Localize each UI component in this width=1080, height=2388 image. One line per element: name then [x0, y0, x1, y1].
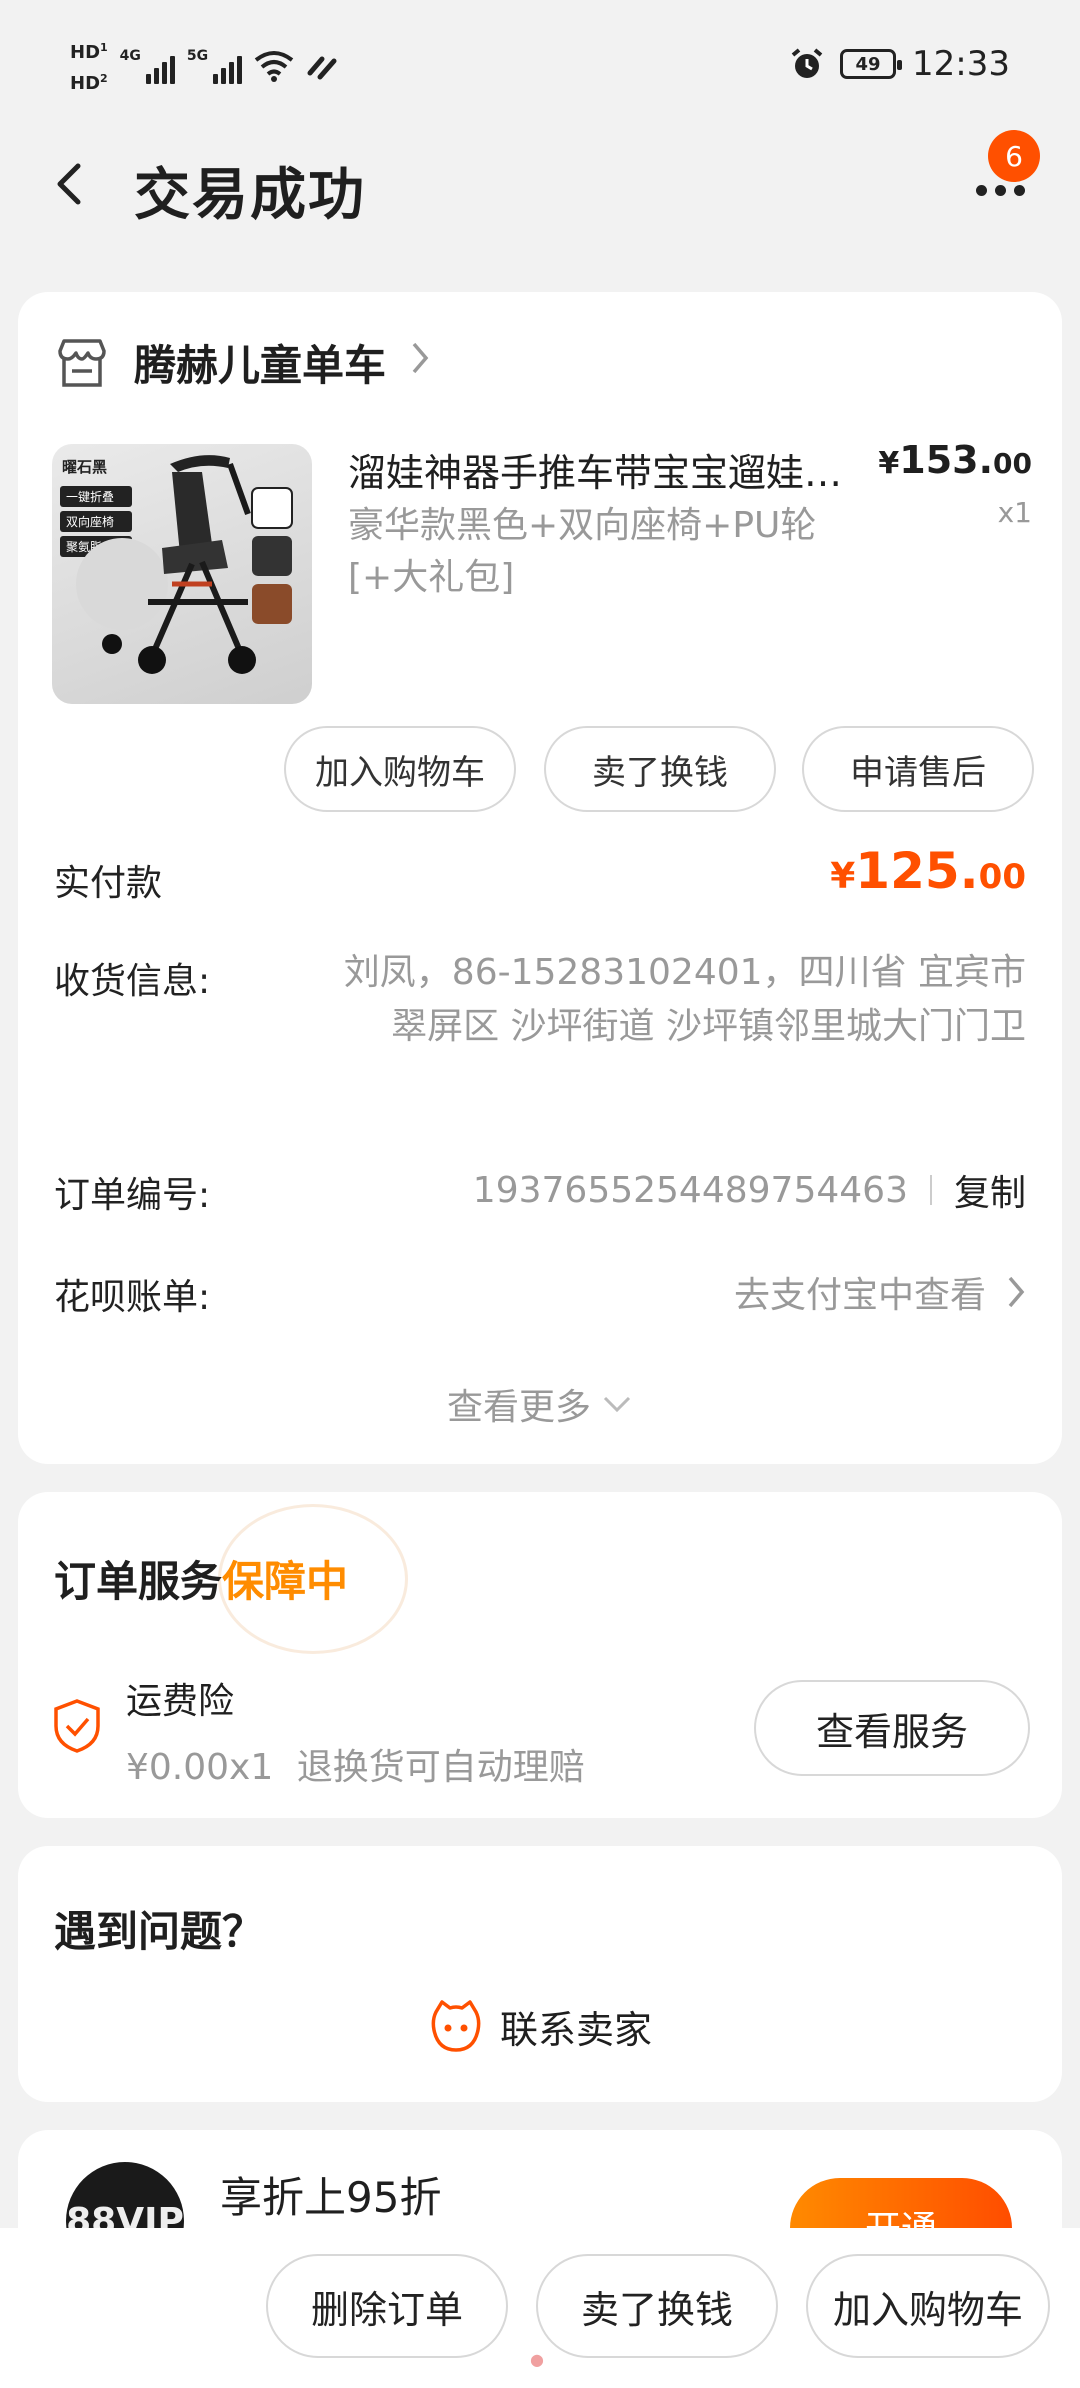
see-more-button[interactable]: 查看更多 — [18, 1378, 1062, 1430]
product-title[interactable]: 溜娃神器手推车带宝宝遛娃神器 — [348, 442, 868, 497]
shipping-address: 刘凤，86-15283102401，四川省 宜宾市 翠屏区 沙坪街道 沙坪镇邻里… — [343, 952, 1026, 1047]
more-dot — [1013, 184, 1025, 196]
signal-icon: 4G — [120, 48, 175, 84]
bottom-action-bar: 删除订单 卖了换钱 加入购物车 ● — [0, 2228, 1080, 2388]
service-item-desc: 退换货可自动理赔 — [296, 1747, 585, 1788]
paid-currency: ¥ — [830, 856, 856, 897]
contact-seller-button[interactable]: 联系卖家 — [18, 1998, 1062, 2054]
network-5g-label: 5G — [186, 48, 209, 64]
help-card: 遇到问题？ 联系卖家 — [18, 1846, 1062, 2102]
add-to-cart-button[interactable]: 加入购物车 — [284, 726, 516, 812]
copy-order-number-button[interactable]: 复制 — [954, 1164, 1026, 1216]
seller-chat-icon — [431, 2000, 481, 2052]
chevron-right-icon — [410, 340, 430, 385]
see-more-label: 查看更多 — [446, 1387, 591, 1428]
order-number-row: 1937655254489754463 复制 — [473, 1164, 1026, 1216]
message-count-badge: 6 — [988, 130, 1040, 182]
sim2-index: 2 — [100, 72, 108, 85]
more-dot — [975, 184, 987, 196]
sim1-index: 1 — [100, 41, 108, 54]
shield-check-icon — [54, 1699, 100, 1753]
order-service-card: 订单服务保障中 运费险 ¥0.00x1 退换货可自动理赔 查看服务 — [18, 1492, 1062, 1818]
status-left: HD1 HD2 4G 5G — [70, 38, 340, 94]
shop-link[interactable]: 腾赫儿童单车 — [54, 332, 430, 393]
huabei-label: 花呗账单: — [54, 1277, 211, 1318]
help-title: 遇到问题？ — [54, 1907, 265, 1956]
sim2-label: HD — [70, 73, 101, 94]
add-to-cart-button[interactable]: 加入购物车 — [806, 2254, 1050, 2358]
service-item-detail: ¥0.00x1 退换货可自动理赔 — [126, 1738, 585, 1790]
service-item-name: 运费险 — [126, 1681, 235, 1722]
more-dot — [994, 184, 1006, 196]
product-image[interactable]: 曜石黑 一键折叠 双向座椅 聚氨脂后轮 — [52, 444, 312, 704]
contact-seller-label: 联系卖家 — [499, 2007, 652, 2052]
chevron-right-icon — [1008, 1276, 1025, 1308]
clock: 12:33 — [912, 44, 1010, 84]
view-service-button[interactable]: 查看服务 — [754, 1680, 1030, 1776]
product-sku: 豪华款黑色+双向座椅+PU轮[+大礼包] — [348, 505, 817, 598]
shop-name: 腾赫儿童单车 — [134, 341, 387, 390]
alarm-icon — [791, 48, 823, 78]
status-right: 49 12:33 — [790, 44, 1010, 84]
sell-button[interactable]: 卖了换钱 — [544, 726, 776, 812]
order-detail-page: HD1 HD2 4G 5G 49 12:33 交易成功 6 腾赫儿童单车 曜石黑… — [0, 0, 1080, 2388]
product-quantity: x1 — [997, 496, 1032, 529]
after-sale-button[interactable]: 申请售后 — [802, 726, 1034, 812]
order-number: 1937655254489754463 — [472, 1169, 908, 1211]
battery-level: 49 — [855, 53, 881, 75]
paid-label: 实付款 — [54, 863, 163, 904]
sim-indicators: HD1 HD2 — [70, 38, 108, 94]
paid-amount: ¥125.00 — [830, 842, 1026, 900]
order-card: 腾赫儿童单车 曜石黑 一键折叠 双向座椅 聚氨脂后轮 — [18, 292, 1062, 1464]
watermark-logo: ● — [530, 2350, 544, 2369]
product-price-int: 153. — [899, 438, 994, 482]
signal-icon: 5G — [186, 48, 243, 84]
network-4g-label: 4G — [119, 48, 141, 64]
huabei-link-text: 去支付宝中查看 — [733, 1275, 986, 1316]
paid-int: 125. — [855, 842, 979, 900]
nav-header: 交易成功 6 — [0, 130, 1080, 240]
vip-promo-text: 享折上95折 — [220, 2173, 442, 2222]
sim1-label: HD — [70, 42, 101, 63]
huabei-link[interactable]: 去支付宝中查看 — [734, 1266, 1026, 1318]
wifi-icon — [254, 51, 294, 82]
service-status: 保障中 — [222, 1557, 349, 1606]
service-title: 订单服务保障中 — [54, 1548, 348, 1609]
delete-order-button[interactable]: 删除订单 — [266, 2254, 508, 2358]
page-title: 交易成功 — [134, 163, 366, 228]
store-icon — [58, 338, 106, 387]
chevron-down-icon — [603, 1396, 631, 1413]
stroller-illustration — [76, 455, 293, 674]
product-price: ¥153.00 — [878, 438, 1032, 482]
chevron-left-icon — [57, 163, 81, 205]
product-price-dec: 00 — [993, 447, 1032, 480]
product-price-currency: ¥ — [878, 446, 900, 481]
service-title-text: 订单服务 — [54, 1557, 223, 1606]
order-number-label: 订单编号: — [54, 1175, 211, 1216]
sell-button[interactable]: 卖了换钱 — [536, 2254, 778, 2358]
shipping-label: 收货信息: — [54, 961, 211, 1002]
divider — [929, 1175, 932, 1205]
status-bar: HD1 HD2 4G 5G 49 12:33 — [0, 0, 1080, 130]
link-icon — [307, 56, 337, 80]
service-item-price: ¥0.00x1 — [126, 1747, 274, 1788]
paid-dec: 00 — [978, 857, 1026, 897]
battery-icon: 49 — [840, 49, 903, 79]
back-button[interactable] — [40, 154, 100, 214]
